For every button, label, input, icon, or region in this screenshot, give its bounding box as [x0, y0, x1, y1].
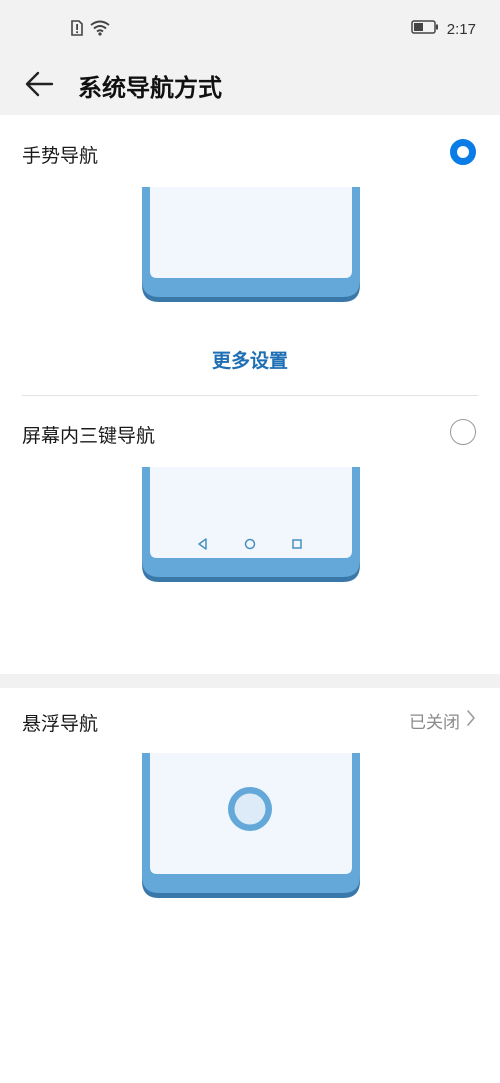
divider	[22, 395, 478, 396]
floating-phone-illustration	[142, 753, 360, 898]
floating-status[interactable]: 已关闭	[409, 708, 476, 733]
wifi-icon	[90, 20, 110, 41]
page-title: 系统导航方式	[78, 75, 222, 102]
three-key-phone-illustration	[142, 467, 360, 582]
three-key-radio[interactable]	[450, 419, 476, 445]
floating-status-text: 已关闭	[409, 713, 460, 732]
gesture-radio[interactable]	[450, 139, 476, 165]
floating-dock-icon	[228, 787, 272, 831]
app-header: 系统导航方式	[0, 58, 500, 115]
floating-label: 悬浮导航	[22, 714, 99, 735]
more-settings-link[interactable]: 更多设置	[0, 346, 500, 373]
back-arrow-icon	[22, 71, 58, 106]
three-key-label: 屏幕内三键导航	[22, 426, 156, 447]
gesture-label: 手势导航	[22, 146, 99, 167]
back-button[interactable]	[22, 66, 58, 102]
section-separator	[0, 674, 500, 688]
status-bar: 2:17	[0, 0, 500, 58]
sim-alert-icon	[70, 20, 84, 41]
clock: 2:17	[446, 21, 476, 38]
gesture-phone-illustration	[142, 187, 360, 302]
chevron-right-icon	[466, 709, 476, 732]
battery-icon	[411, 20, 439, 39]
